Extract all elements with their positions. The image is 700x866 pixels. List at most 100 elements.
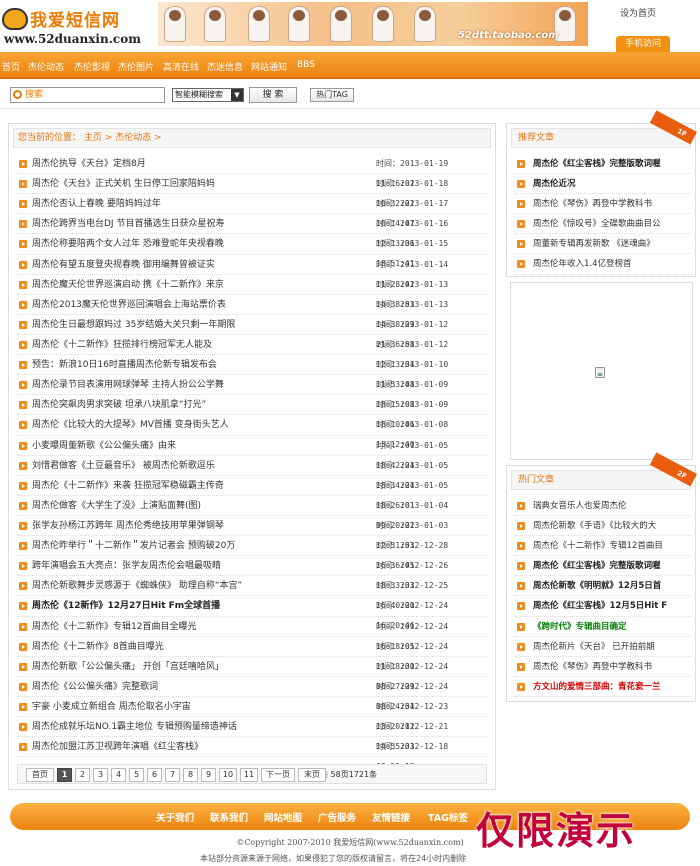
side-item-title[interactable]: 周杰伦《红尘客栈》完整版歌词喔 bbox=[533, 154, 661, 173]
article-row[interactable]: 刘惜君做客《土豆最音乐》 被周杰伦新歌逗乐 时间：2013-01-05 18:34… bbox=[17, 456, 487, 490]
side-list-item[interactable]: 方文山的爱情三部曲：青花瓷一兰 bbox=[515, 677, 691, 697]
side-item-title[interactable]: 周杰伦年收入1.4亿登榜首 bbox=[533, 254, 632, 273]
footer-link-friends[interactable]: 友情链接 bbox=[372, 810, 410, 824]
side-item-title[interactable]: 方文山的爱情三部曲：青花瓷一兰 bbox=[533, 677, 661, 696]
article-row[interactable]: 预告：新浪10日16时直播周杰伦新专辑发布会 时间：2013-01-10 11:5… bbox=[17, 355, 487, 389]
side-item-title[interactable]: 《跨时代》专辑曲目确定 bbox=[533, 617, 627, 636]
side-list-item[interactable]: 周杰伦新片《天台》 已开拍前期 bbox=[515, 637, 691, 657]
footer-link-ads[interactable]: 广告服务 bbox=[318, 810, 356, 824]
footer-link-contact[interactable]: 联系我们 bbox=[210, 810, 248, 824]
site-logo[interactable]: 我爱短信网 www.52duanxin.com bbox=[0, 2, 150, 50]
article-row[interactable]: 周杰伦新歌舞步灵感源于《蜘蛛侠》 助理自称“本宫” 时间：2012-12-25 1… bbox=[17, 576, 487, 610]
article-row[interactable]: 周杰伦昨举行＂十二新作＂发片记者会 预购破20万 时间：2012-12-28 16… bbox=[17, 536, 487, 570]
article-row[interactable]: 周杰伦做客《大学生了没》上演贴面舞(图) 时间：2013-01-04 09:20:… bbox=[17, 496, 487, 530]
article-row[interactable]: 周杰伦突飙肉男求突破 坦承八块肌拿“打光” 时间：2013-01-09 18:10… bbox=[17, 395, 487, 429]
article-row[interactable]: 周杰伦否认上春晚 要陪妈妈过年 时间：2013-01-17 10:14:47 bbox=[17, 194, 487, 228]
sidebar-ad[interactable] bbox=[510, 282, 693, 460]
article-row[interactable]: 周杰伦跨界当电台DJ 节目首播选生日获众星祝寿 时间：2013-01-16 12:… bbox=[17, 214, 487, 248]
side-list-item[interactable]: 周杰伦《红尘客栈》完整版歌词喔 bbox=[515, 154, 691, 175]
page-button[interactable]: 首页 bbox=[26, 768, 54, 782]
nav-home[interactable]: 首页 bbox=[2, 60, 20, 73]
article-title[interactable]: 周杰伦《比较大的大提琴》MV首播 变身街头艺人 bbox=[32, 415, 229, 435]
article-row[interactable]: 周杰伦《十二新作》狂揽排行榜冠军无人能及 时间：2013-01-12 12:13:… bbox=[17, 335, 487, 369]
article-title[interactable]: 周杰伦《十二新作》来袭 狂揽冠军稳磁霸主传奇 bbox=[32, 476, 224, 496]
article-title[interactable]: 周杰伦跨界当电台DJ 节目首播选生日获众星祝寿 bbox=[32, 214, 224, 234]
footer-link-about[interactable]: 关于我们 bbox=[156, 810, 194, 824]
article-title[interactable]: 周杰伦《十二新作》狂揽排行榜冠军无人能及 bbox=[32, 335, 212, 355]
side-list-item[interactable]: 周杰伦新歌《明明就》12月5日首 bbox=[515, 576, 691, 597]
article-title[interactable]: 周杰伦魔天伦世界巡演启动 携《十二新作》来京 bbox=[32, 275, 224, 295]
article-row[interactable]: 跨年演唱会五大亮点：张学友周杰伦会唱最吸睛 时间：2012-12-26 18:33… bbox=[17, 556, 487, 590]
side-list-item[interactable]: 周杰伦《琴伤》再登中学教科书 bbox=[515, 194, 691, 215]
hot-tag-button[interactable]: 热门TAG bbox=[310, 88, 354, 102]
article-title[interactable]: 周杰伦昨举行＂十二新作＂发片记者会 预购破20万 bbox=[32, 536, 235, 556]
side-item-title[interactable]: 周杰伦新歌《明明就》12月5日首 bbox=[533, 576, 661, 595]
article-title[interactable]: 周杰伦《天台》正式关机 生日停工回家陪妈妈 bbox=[32, 174, 215, 194]
article-title[interactable]: 周杰伦新歌舞步灵感源于《蜘蛛侠》 助理自称“本宫” bbox=[32, 576, 242, 596]
nav-bbs[interactable]: BBS bbox=[297, 60, 315, 70]
article-row[interactable]: 张学友孙杨江苏跨年 周杰伦秀绝技用苹果弹钢琴 时间：2013-01-03 12:5… bbox=[17, 516, 487, 550]
article-title[interactable]: 周杰伦有望五度登央视春晚 御用编舞曾被证实 bbox=[32, 255, 215, 275]
article-row[interactable]: 周杰伦《比较大的大提琴》MV首播 变身街头艺人 时间：2013-01-08 13:… bbox=[17, 415, 487, 449]
banner-ad[interactable]: 52dtt.taobao.com bbox=[158, 2, 588, 46]
article-title[interactable]: 刘惜君做客《土豆最音乐》 被周杰伦新歌逗乐 bbox=[32, 456, 215, 476]
nav-fan-info[interactable]: 杰迷信息 bbox=[207, 60, 243, 73]
page-button[interactable]: 3 bbox=[93, 768, 108, 782]
article-row[interactable]: 周杰伦《十二新作》专辑12首曲目全曝光 时间：2012-12-24 16:18:0… bbox=[17, 617, 487, 651]
article-row[interactable]: 周杰伦《天台》正式关机 生日停工回家陪妈妈 时间：2013-01-18 10:32… bbox=[17, 174, 487, 208]
side-item-title[interactable]: 瑞典女音乐人也爱周杰伦 bbox=[533, 496, 627, 515]
article-title[interactable]: 跨年演唱会五大亮点：张学友周杰伦会唱最吸睛 bbox=[32, 556, 221, 576]
article-title[interactable]: 周杰伦《十二新作》专辑12首曲目全曝光 bbox=[32, 617, 196, 637]
footer-link-tags[interactable]: TAG标签 bbox=[428, 810, 468, 824]
side-item-title[interactable]: 周杰伦《琴伤》再登中学教科书 bbox=[533, 194, 652, 213]
nav-photos[interactable]: 杰伦图片 bbox=[118, 60, 154, 73]
article-title[interactable]: 周杰伦做客《大学生了没》上演贴面舞(图) bbox=[32, 496, 201, 516]
article-title[interactable]: 周杰伦突飙肉男求突破 坦承八块肌拿“打光” bbox=[32, 395, 206, 415]
article-title[interactable]: 周杰伦加盟江苏卫视跨年演唱《红尘客栈》 bbox=[32, 737, 203, 757]
article-row[interactable]: 周杰伦生日最想跟妈过 35岁结婚大关只剩一年期限 时间：2013-01-12 21… bbox=[17, 315, 487, 349]
article-title[interactable]: 周杰伦新歌「公公偏头痛」 开创「宫廷嘻哈风」 bbox=[32, 657, 224, 677]
page-button[interactable]: 4 bbox=[111, 768, 126, 782]
side-item-title[interactable]: 周杰伦《红尘客栈》12月5日Hit F bbox=[533, 596, 667, 615]
page-button[interactable]: 6 bbox=[147, 768, 162, 782]
side-item-title[interactable]: 周杰伦《琴伤》再登中学教科书 bbox=[533, 657, 652, 676]
article-title[interactable]: 周杰伦称要陪两个女人过年 恐难登蛇年央视春晚 bbox=[32, 234, 224, 254]
page-button[interactable]: 1 bbox=[57, 768, 72, 782]
article-title[interactable]: 周杰伦《十二新作》8首曲目曝光 bbox=[32, 637, 164, 657]
search-button[interactable]: 搜 索 bbox=[249, 87, 297, 103]
article-title[interactable]: 周杰伦2013魔天伦世界巡回演唱会上海站票价表 bbox=[32, 295, 226, 315]
article-row[interactable]: 周杰伦录节目表演用网球弹琴 主持人扮公公学舞 时间：2013-01-09 18:1… bbox=[17, 375, 487, 409]
footer-link-sitemap[interactable]: 网站地图 bbox=[264, 810, 302, 824]
page-button[interactable]: 5 bbox=[129, 768, 144, 782]
page-button[interactable]: 末页 bbox=[298, 768, 326, 782]
nav-notices[interactable]: 网站通知 bbox=[251, 60, 287, 73]
nav-films[interactable]: 杰伦影视 bbox=[74, 60, 110, 73]
article-row[interactable]: 周杰伦《12新作》12月27日Hit Fm全球首播 时间：2012-12-24 1… bbox=[17, 596, 487, 630]
side-item-title[interactable]: 周杰伦《十二新作》专辑12首曲目 bbox=[533, 536, 663, 555]
side-list-item[interactable]: 周杰伦《红尘客栈》12月5日Hit F bbox=[515, 596, 691, 617]
article-row[interactable]: 周杰伦有望五度登央视春晚 御用编舞曾被证实 时间：2013-01-14 11:28… bbox=[17, 255, 487, 289]
article-row[interactable]: 小麦曝周董新歌《公公偏头痛》由来 时间：2013-01-05 18:42:24 bbox=[17, 436, 487, 470]
side-item-title[interactable]: 周杰伦新歌《手语》《比较大的大 bbox=[533, 516, 656, 535]
page-button[interactable]: 下一页 bbox=[261, 768, 295, 782]
article-row[interactable]: 宇豪 小麦成立新组合 周杰伦取名小宇宙 时间：2012-12-23 13:20:1… bbox=[17, 697, 487, 731]
page-button[interactable]: 10 bbox=[219, 768, 237, 782]
article-row[interactable]: 周杰伦《十二新作》8首曲目曝光 时间：2012-12-24 11:18:30 bbox=[17, 637, 487, 671]
nav-news[interactable]: 杰伦动态 bbox=[28, 60, 64, 73]
article-row[interactable]: 周杰伦加盟江苏卫视跨年演唱《红尘客栈》时间：2012-12-18 09:51:1… bbox=[17, 737, 487, 771]
side-list-item[interactable]: 《跨时代》专辑曲目确定 bbox=[515, 617, 691, 637]
side-list-item[interactable]: 周杰伦《琴伤》再登中学教科书 bbox=[515, 657, 691, 677]
article-row[interactable]: 周杰伦2013魔天伦世界巡回演唱会上海站票价表 时间：2013-01-13 14:… bbox=[17, 295, 487, 329]
side-list-item[interactable]: 周杰伦《惊叹号》全碟歌曲曲目公 bbox=[515, 214, 691, 235]
page-button[interactable]: 7 bbox=[165, 768, 180, 782]
page-button[interactable]: 9 bbox=[201, 768, 216, 782]
article-title[interactable]: 周杰伦生日最想跟妈过 35岁结婚大关只剩一年期限 bbox=[32, 315, 235, 335]
article-title[interactable]: 周杰伦《12新作》12月27日Hit Fm全球首播 bbox=[32, 596, 220, 616]
article-title[interactable]: 预告：新浪10日16时直播周杰伦新专辑发布会 bbox=[32, 355, 217, 375]
article-row[interactable]: 周杰伦魔天伦世界巡演启动 携《十二新作》来京 时间：2013-01-13 14:3… bbox=[17, 275, 487, 309]
side-list-item[interactable]: 周杰伦年收入1.4亿登榜首 bbox=[515, 254, 691, 275]
article-row[interactable]: 周杰伦执导《天台》定档8月 时间：2013-01-19 11:16:02 bbox=[17, 154, 487, 188]
search-input[interactable]: 搜索 bbox=[10, 87, 165, 103]
side-list-item[interactable]: 周杰伦《红尘客栈》完整版歌词喔 bbox=[515, 556, 691, 577]
search-mode-select[interactable]: 智能模糊搜索 ▼ bbox=[172, 88, 244, 102]
